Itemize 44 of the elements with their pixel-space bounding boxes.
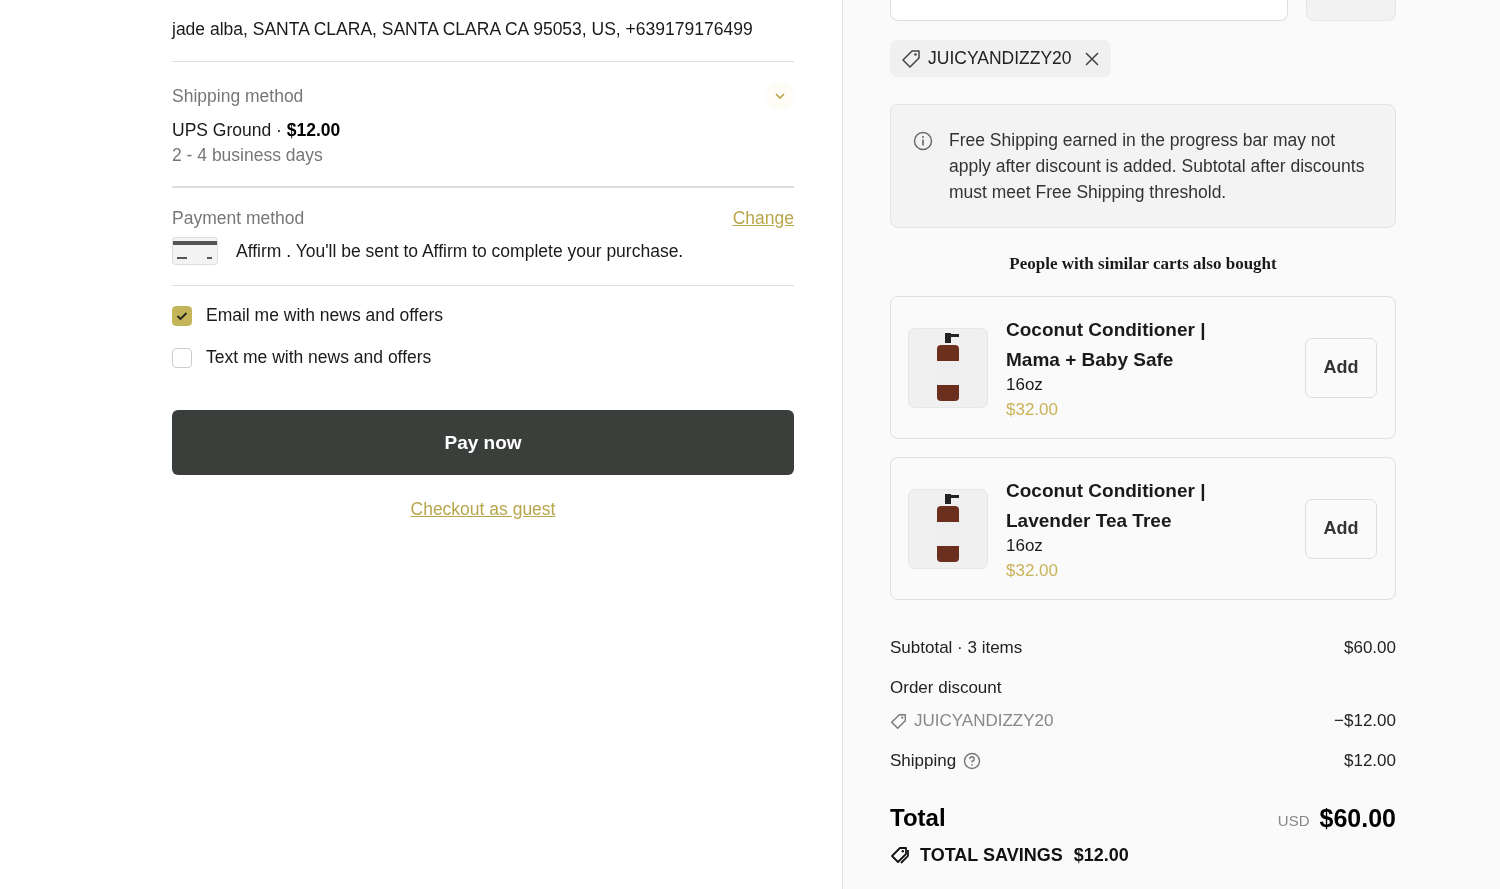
total-savings-amount: $12.00 bbox=[1073, 845, 1129, 866]
payment-description: Affirm . You'll be sent to Affirm to complete your purchase. bbox=[236, 240, 684, 262]
tag-icon bbox=[890, 712, 907, 730]
product-size: 16oz bbox=[1006, 536, 1044, 556]
checkbox[interactable] bbox=[172, 305, 192, 326]
product-name: Coconut Conditioner | Mama + Baby Safe bbox=[1006, 318, 1207, 372]
product-name: Coconut Conditioner | Lavender Tea Tree bbox=[1006, 479, 1207, 533]
pay-now-button[interactable]: Pay now bbox=[172, 410, 794, 475]
shipping-label: Shipping bbox=[890, 751, 957, 771]
add-button[interactable]: Add bbox=[1305, 337, 1377, 398]
chevron-down-icon[interactable] bbox=[766, 82, 794, 110]
total-savings-label: TOTAL SAVINGS bbox=[920, 845, 1063, 866]
notice-text: Free Shipping earned in the progress bar may not apply after discount is added. Subtotal after discounts must meet Free Shipping threshold. bbox=[949, 129, 1365, 204]
product-price: $32.00 bbox=[1006, 561, 1059, 581]
tags-icon bbox=[890, 845, 912, 866]
currency-code: USD bbox=[1277, 811, 1310, 829]
shipping-address: jade alba, SANTA CLARA, SANTA CLARA CA 95053, US, +639179176499 bbox=[172, 19, 754, 40]
shipping-option: UPS Ground · $12.00 bbox=[172, 120, 794, 141]
checkbox[interactable] bbox=[172, 347, 192, 368]
section-label: Shipping method bbox=[172, 85, 304, 107]
delivery-estimate: 2 - 4 business days bbox=[172, 145, 324, 166]
shipping-amount: $12.00 bbox=[1344, 751, 1396, 771]
close-icon[interactable] bbox=[1084, 51, 1099, 66]
product-size: 16oz bbox=[1006, 375, 1044, 395]
tag-icon bbox=[901, 48, 921, 69]
credit-card-icon bbox=[172, 237, 218, 265]
checkbox-label: Text me with news and offers bbox=[206, 347, 432, 368]
subtotal-label: Subtotal · 3 items bbox=[890, 638, 1023, 658]
discount-field[interactable] bbox=[890, 0, 1288, 21]
discount-code: JUICYANDIZZY20 bbox=[928, 48, 1072, 69]
total-label: Total bbox=[890, 804, 946, 832]
info-icon bbox=[913, 131, 933, 151]
subtotal-amount: $60.00 bbox=[1344, 638, 1396, 658]
discount-amount: −$12.00 bbox=[1334, 711, 1396, 731]
checkbox-label: Email me with news and offers bbox=[206, 305, 443, 326]
product-price: $32.00 bbox=[1006, 400, 1059, 420]
recommendations-heading: People with similar carts also bought bbox=[1008, 254, 1278, 274]
section-label: Payment method bbox=[172, 208, 305, 229]
discount-code: JUICYANDIZZY20 bbox=[914, 711, 1054, 731]
discount-label: Order discount bbox=[890, 678, 1002, 698]
checkmark-icon bbox=[176, 310, 188, 321]
total-amount: $60.00 bbox=[1319, 803, 1396, 833]
help-icon[interactable] bbox=[963, 752, 982, 770]
add-button[interactable]: Add bbox=[1305, 498, 1377, 559]
